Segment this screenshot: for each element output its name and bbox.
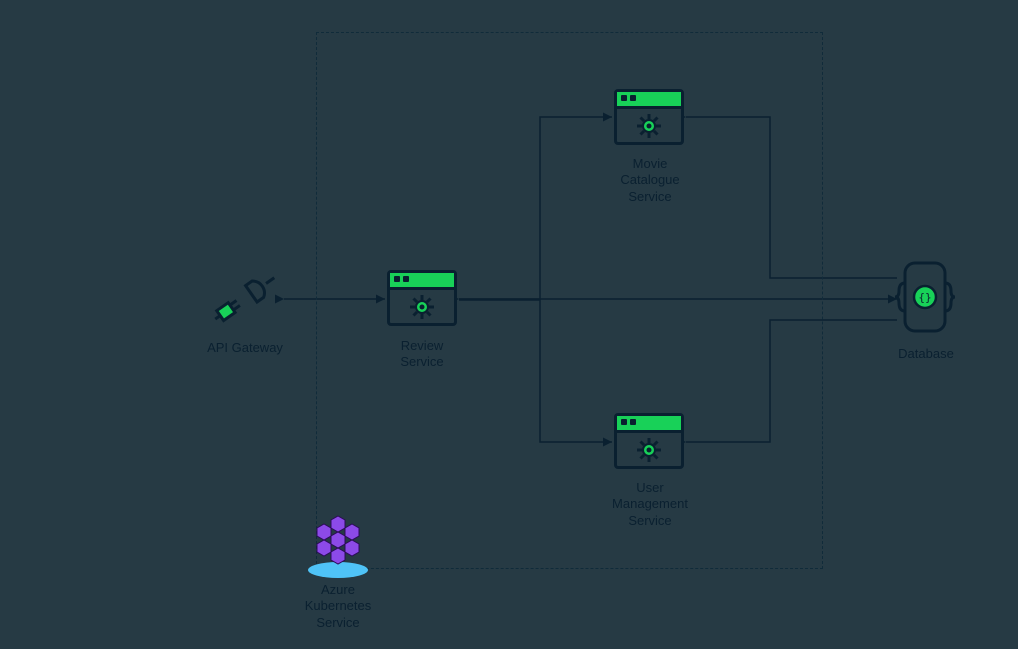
review-service-label: Review Service bbox=[352, 338, 492, 371]
svg-text:{}: {} bbox=[918, 291, 931, 304]
user-management-node bbox=[614, 413, 684, 469]
aks-label: Azure Kubernetes Service bbox=[268, 582, 408, 631]
diagram-canvas: API Gateway Review Service bbox=[0, 0, 1018, 649]
user-management-label: User Management Service bbox=[580, 480, 720, 529]
api-gateway-node bbox=[210, 262, 280, 332]
gear-icon bbox=[408, 293, 436, 321]
aks-node bbox=[298, 510, 378, 580]
gear-icon bbox=[635, 436, 663, 464]
api-gateway-label: API Gateway bbox=[175, 340, 315, 356]
movie-catalogue-label: Movie Catalogue Service bbox=[580, 156, 720, 205]
database-label: Database bbox=[856, 346, 996, 362]
gear-icon bbox=[635, 112, 663, 140]
database-node: {} bbox=[899, 262, 951, 336]
review-service-node bbox=[387, 270, 457, 326]
kubernetes-icon bbox=[298, 510, 378, 580]
plug-icon bbox=[210, 262, 280, 332]
database-icon: {} bbox=[895, 259, 955, 339]
movie-catalogue-node bbox=[614, 89, 684, 145]
